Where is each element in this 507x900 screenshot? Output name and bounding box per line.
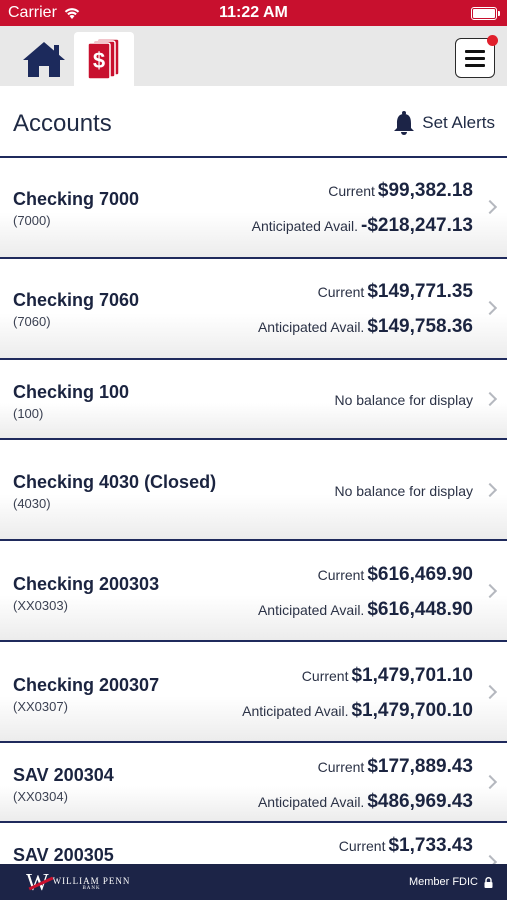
account-name: Checking 200303	[13, 574, 160, 594]
anticipated-balance: Anticipated Avail. $486,969.43	[258, 791, 473, 813]
current-balance: Current $1,733.43	[339, 835, 473, 857]
current-amount: $177,889.43	[367, 756, 473, 777]
current-label: Current	[301, 668, 349, 684]
current-label: Current	[317, 759, 365, 775]
current-balance: Current $616,469.90	[318, 564, 473, 586]
anticipated-amount: -$218,247.13	[361, 215, 473, 236]
account-number: (7060)	[13, 314, 51, 329]
accounts-header: Accounts Set Alerts	[0, 86, 507, 158]
chevron-right-icon	[482, 300, 498, 316]
account-row[interactable]: Checking 7060 (7060) Current $149,771.35…	[0, 259, 507, 360]
account-row[interactable]: Checking 200303 (XX0303) Current $616,46…	[0, 541, 507, 642]
account-row[interactable]: Checking 100 (100) No balance for displa…	[0, 360, 507, 440]
anticipated-amount: $149,758.36	[367, 316, 473, 337]
bank-logo: W WILLIAM PENN BANK	[26, 870, 130, 897]
account-number: (4030)	[13, 496, 51, 511]
page-title: Accounts	[13, 110, 112, 137]
anticipated-amount: $486,969.43	[367, 791, 473, 812]
chevron-right-icon	[482, 684, 498, 700]
chevron-right-icon	[482, 482, 498, 498]
set-alerts-button[interactable]: Set Alerts	[392, 110, 495, 136]
current-label: Current	[317, 284, 365, 300]
account-row[interactable]: SAV 200304 (XX0304) Current $177,889.43 …	[0, 743, 507, 823]
current-label: Current	[328, 183, 375, 199]
home-icon	[23, 42, 65, 77]
chevron-right-icon	[482, 199, 498, 215]
account-name: Checking 7000	[13, 189, 140, 209]
account-name: Checking 7060	[13, 290, 140, 310]
anticipated-label: Anticipated Avail.	[242, 703, 349, 719]
current-label: Current	[338, 838, 386, 854]
account-number: (XX0303)	[13, 598, 68, 613]
anticipated-amount: $1,479,700.10	[351, 700, 473, 721]
account-number: (7000)	[13, 213, 51, 228]
accounts-dollar-icon: $	[87, 38, 120, 80]
svg-text:$: $	[93, 48, 105, 73]
account-name: Checking 4030 (Closed)	[13, 472, 217, 492]
anticipated-label: Anticipated Avail.	[257, 319, 365, 335]
current-balance: Current $99,382.18	[328, 180, 473, 202]
notification-badge	[487, 35, 498, 46]
current-balance: Current $177,889.43	[318, 756, 473, 778]
anticipated-balance: Anticipated Avail. $1,479,700.10	[242, 700, 473, 722]
accounts-list: Checking 7000 (7000) Current $99,382.18 …	[0, 158, 507, 864]
account-number: (100)	[13, 406, 44, 421]
account-name: SAV 200305	[13, 845, 114, 864]
lock-icon	[484, 876, 493, 888]
account-row[interactable]: SAV 200305 Current $1,733.43	[0, 823, 507, 864]
anticipated-label: Anticipated Avail.	[257, 794, 365, 810]
battery-icon	[471, 7, 500, 20]
member-fdic-label: Member FDIC	[408, 876, 478, 888]
chevron-right-icon	[482, 583, 498, 599]
account-name: Checking 200307	[13, 675, 160, 695]
tab-home[interactable]	[14, 32, 74, 86]
current-label: Current	[317, 567, 365, 583]
bell-icon	[394, 111, 415, 135]
tab-accounts[interactable]: $	[74, 32, 134, 86]
status-bar: Carrier 11:22 AM	[0, 0, 507, 26]
bank-sub: BANK	[82, 886, 101, 891]
anticipated-label: Anticipated Avail.	[257, 602, 365, 618]
account-number: (XX0307)	[13, 699, 68, 714]
hamburger-menu-icon	[465, 49, 485, 53]
anticipated-balance: Anticipated Avail. -$218,247.13	[252, 215, 473, 237]
current-amount: $1,733.43	[388, 835, 473, 856]
current-amount: $616,469.90	[367, 564, 473, 585]
account-row[interactable]: Checking 200307 (XX0307) Current $1,479,…	[0, 642, 507, 743]
anticipated-amount: $616,448.90	[367, 599, 473, 620]
anticipated-balance: Anticipated Avail. $616,448.90	[258, 599, 473, 621]
current-amount: $99,382.18	[377, 180, 473, 201]
current-balance: Current $1,479,701.10	[302, 665, 473, 687]
chevron-right-icon	[482, 854, 498, 864]
clock: 11:22 AM	[219, 4, 288, 21]
current-amount: $149,771.35	[367, 281, 473, 302]
anticipated-label: Anticipated Avail.	[251, 218, 358, 234]
account-number: (XX0304)	[13, 789, 68, 804]
account-row[interactable]: Checking 4030 (Closed) (4030) No balance…	[0, 440, 507, 541]
account-name: Checking 100	[13, 382, 130, 402]
set-alerts-label: Set Alerts	[422, 113, 495, 132]
top-nav: $	[0, 26, 507, 86]
chevron-right-icon	[482, 774, 498, 790]
account-row[interactable]: Checking 7000 (7000) Current $99,382.18 …	[0, 158, 507, 259]
menu-button[interactable]	[455, 35, 498, 78]
current-amount: $1,479,701.10	[351, 665, 473, 686]
current-balance: Current $149,771.35	[318, 281, 473, 303]
footer: W WILLIAM PENN BANK Member FDIC	[0, 864, 507, 900]
chevron-right-icon	[482, 391, 498, 407]
no-balance-text: No balance for display	[334, 483, 473, 499]
member-fdic: Member FDIC	[409, 876, 493, 888]
logo-mark: W	[26, 870, 49, 896]
no-balance-text: No balance for display	[334, 392, 473, 408]
account-name: SAV 200304	[13, 765, 114, 785]
bank-name: WILLIAM PENN	[52, 876, 131, 886]
anticipated-balance: Anticipated Avail. $149,758.36	[258, 316, 473, 338]
